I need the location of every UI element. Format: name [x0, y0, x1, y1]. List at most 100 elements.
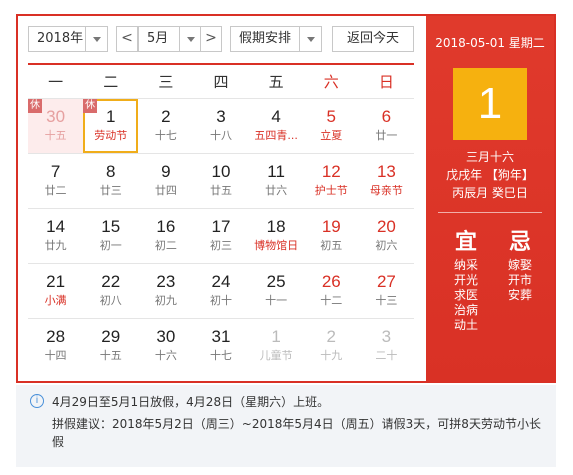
- day-cell[interactable]: 4 五四青...: [249, 99, 304, 153]
- day-number: 15: [101, 217, 121, 236]
- day-cell[interactable]: 2 十七: [138, 99, 193, 153]
- day-number: 12: [321, 162, 341, 181]
- day-cell[interactable]: 31 十七: [193, 319, 248, 373]
- day-number: 28: [46, 327, 66, 346]
- day-cell[interactable]: 16 初二: [138, 209, 193, 263]
- day-cell[interactable]: 5 立夏: [304, 99, 359, 153]
- day-cell[interactable]: 2 十九: [304, 319, 359, 373]
- day-cell[interactable]: 6 廿一: [359, 99, 414, 153]
- month-select[interactable]: 5月: [138, 26, 202, 52]
- day-cell[interactable]: 19 初五: [304, 209, 359, 263]
- lunar-day-label: 十四: [44, 349, 67, 362]
- lunar-day-label: 十三: [375, 294, 398, 307]
- calendar-toolbar: 2018年 < 5月 > 假期安排 返回今天: [18, 16, 426, 64]
- lunar-day-label: 十六: [154, 349, 177, 362]
- lunar-day-label: 十七: [209, 349, 232, 362]
- day-number: 3: [216, 107, 226, 126]
- lunar-day-label: 廿五: [209, 184, 232, 197]
- week-row: 休 30 十五休 1 劳动节 2 十七 3 十八 4 五四青... 5 立夏 6 廿一: [28, 98, 414, 153]
- day-cell[interactable]: 休 30 十五: [28, 99, 84, 153]
- lunar-day-label: 廿四: [154, 184, 177, 197]
- day-cell[interactable]: 25 十一: [249, 264, 304, 318]
- lunar-day-label: 廿二: [44, 184, 67, 197]
- lunar-day-label: 十五: [44, 129, 67, 142]
- day-cell[interactable]: 26 十二: [304, 264, 359, 318]
- day-cell[interactable]: 29 十五: [83, 319, 138, 373]
- day-cell[interactable]: 1 儿童节: [249, 319, 304, 373]
- day-number: 13: [376, 162, 396, 181]
- day-cell-selected[interactable]: 休 1 劳动节: [83, 99, 139, 153]
- day-number: 2: [326, 327, 336, 346]
- day-number: 19: [321, 217, 341, 236]
- holiday-select-value: 假期安排: [239, 31, 292, 46]
- day-cell[interactable]: 18 博物馆日: [249, 209, 304, 263]
- month-select-value: 5月: [147, 31, 169, 46]
- day-number: 6: [381, 107, 392, 126]
- lunar-day-label: 母亲节: [369, 184, 403, 197]
- day-cell[interactable]: 30 十六: [138, 319, 193, 373]
- lunar-day-label: 立夏: [320, 129, 343, 142]
- day-cell[interactable]: 15 初一: [83, 209, 138, 263]
- lunar-day-label: 初五: [320, 239, 343, 252]
- yi-title: 宜: [454, 230, 477, 255]
- prev-month-button[interactable]: <: [116, 26, 138, 52]
- weekday-label: 三: [158, 73, 174, 91]
- day-number: 18: [266, 217, 286, 236]
- yi-item: 开光: [453, 273, 478, 287]
- day-number: 14: [46, 217, 66, 236]
- year-select[interactable]: 2018年: [28, 26, 108, 52]
- ji-item: 安葬: [507, 288, 532, 302]
- day-cell[interactable]: 3 十八: [193, 99, 248, 153]
- next-month-button[interactable]: >: [200, 26, 222, 52]
- day-number: 10: [211, 162, 231, 181]
- day-cell[interactable]: 22 初八: [83, 264, 138, 318]
- day-cell[interactable]: 12 护士节: [304, 154, 359, 208]
- day-number: 29: [101, 327, 121, 346]
- weekday-label: 一: [48, 73, 64, 91]
- yi-section: 宜 纳采 开光 求医 治病 动土: [446, 228, 486, 333]
- day-cell[interactable]: 20 初六: [359, 209, 414, 263]
- day-cell[interactable]: 24 初十: [193, 264, 248, 318]
- ji-title: 忌: [508, 230, 531, 255]
- day-number: 30: [156, 327, 176, 346]
- day-cell[interactable]: 23 初九: [138, 264, 193, 318]
- ji-section: 忌 嫁娶 开市 安葬: [500, 228, 540, 303]
- day-cell[interactable]: 28 十四: [28, 319, 83, 373]
- ji-item: 开市: [507, 273, 532, 287]
- day-number: 21: [46, 272, 66, 291]
- holiday-select[interactable]: 假期安排: [230, 26, 322, 52]
- day-cell[interactable]: 27 十三: [359, 264, 414, 318]
- back-to-today-button[interactable]: 返回今天: [332, 26, 414, 52]
- day-number: 3: [381, 327, 392, 346]
- lunar-day-label: 初八: [99, 294, 122, 307]
- day-cell[interactable]: 21 小满: [28, 264, 83, 318]
- day-cell[interactable]: 13 母亲节: [359, 154, 414, 208]
- day-cell[interactable]: 3 二十: [359, 319, 414, 373]
- weekday-header: 一二三四五六日: [28, 66, 414, 98]
- day-cell[interactable]: 14 廿九: [28, 209, 83, 263]
- lunar-day-label: 二十: [375, 349, 398, 362]
- lunar-day-label: 十二: [320, 294, 343, 307]
- yi-list: 纳采 开光 求医 治病 动土: [446, 258, 486, 333]
- holiday-info-box: i 4月29日至5月1日放假，4月28日（星期六）上班。 拼假建议：2018年5…: [16, 385, 556, 467]
- day-cell[interactable]: 7 廿二: [28, 154, 83, 208]
- day-cell[interactable]: 17 初三: [193, 209, 248, 263]
- day-cell[interactable]: 8 廿三: [83, 154, 138, 208]
- day-number: 8: [105, 162, 116, 181]
- weekday-label: 五: [268, 73, 284, 91]
- day-number: 26: [321, 272, 341, 291]
- leave-suggestion: 拼假建议：2018年5月2日（周三）~2018年5月4日（周五）请假3天，可拼8…: [52, 417, 541, 449]
- holiday-rest-badge: 休: [28, 99, 42, 113]
- day-cell[interactable]: 9 廿四: [138, 154, 193, 208]
- day-cell[interactable]: 11 廿六: [249, 154, 304, 208]
- lunar-day-label: 廿九: [44, 239, 67, 252]
- ji-item: 嫁娶: [507, 258, 532, 272]
- day-number: 24: [211, 272, 231, 291]
- yi-item: 动土: [453, 318, 478, 332]
- year-select-value: 2018年: [37, 31, 84, 46]
- lunar-year: 戊戌年 【狗年】: [446, 168, 534, 182]
- holiday-notice: 4月29日至5月1日放假，4月28日（星期六）上班。: [52, 395, 330, 409]
- lunar-day-label: 十一: [265, 294, 288, 307]
- day-cell[interactable]: 10 廿五: [193, 154, 248, 208]
- week-row: 14 廿九 15 初一 16 初二 17 初三 18 博物馆日 19 初五 20 初六: [28, 208, 414, 263]
